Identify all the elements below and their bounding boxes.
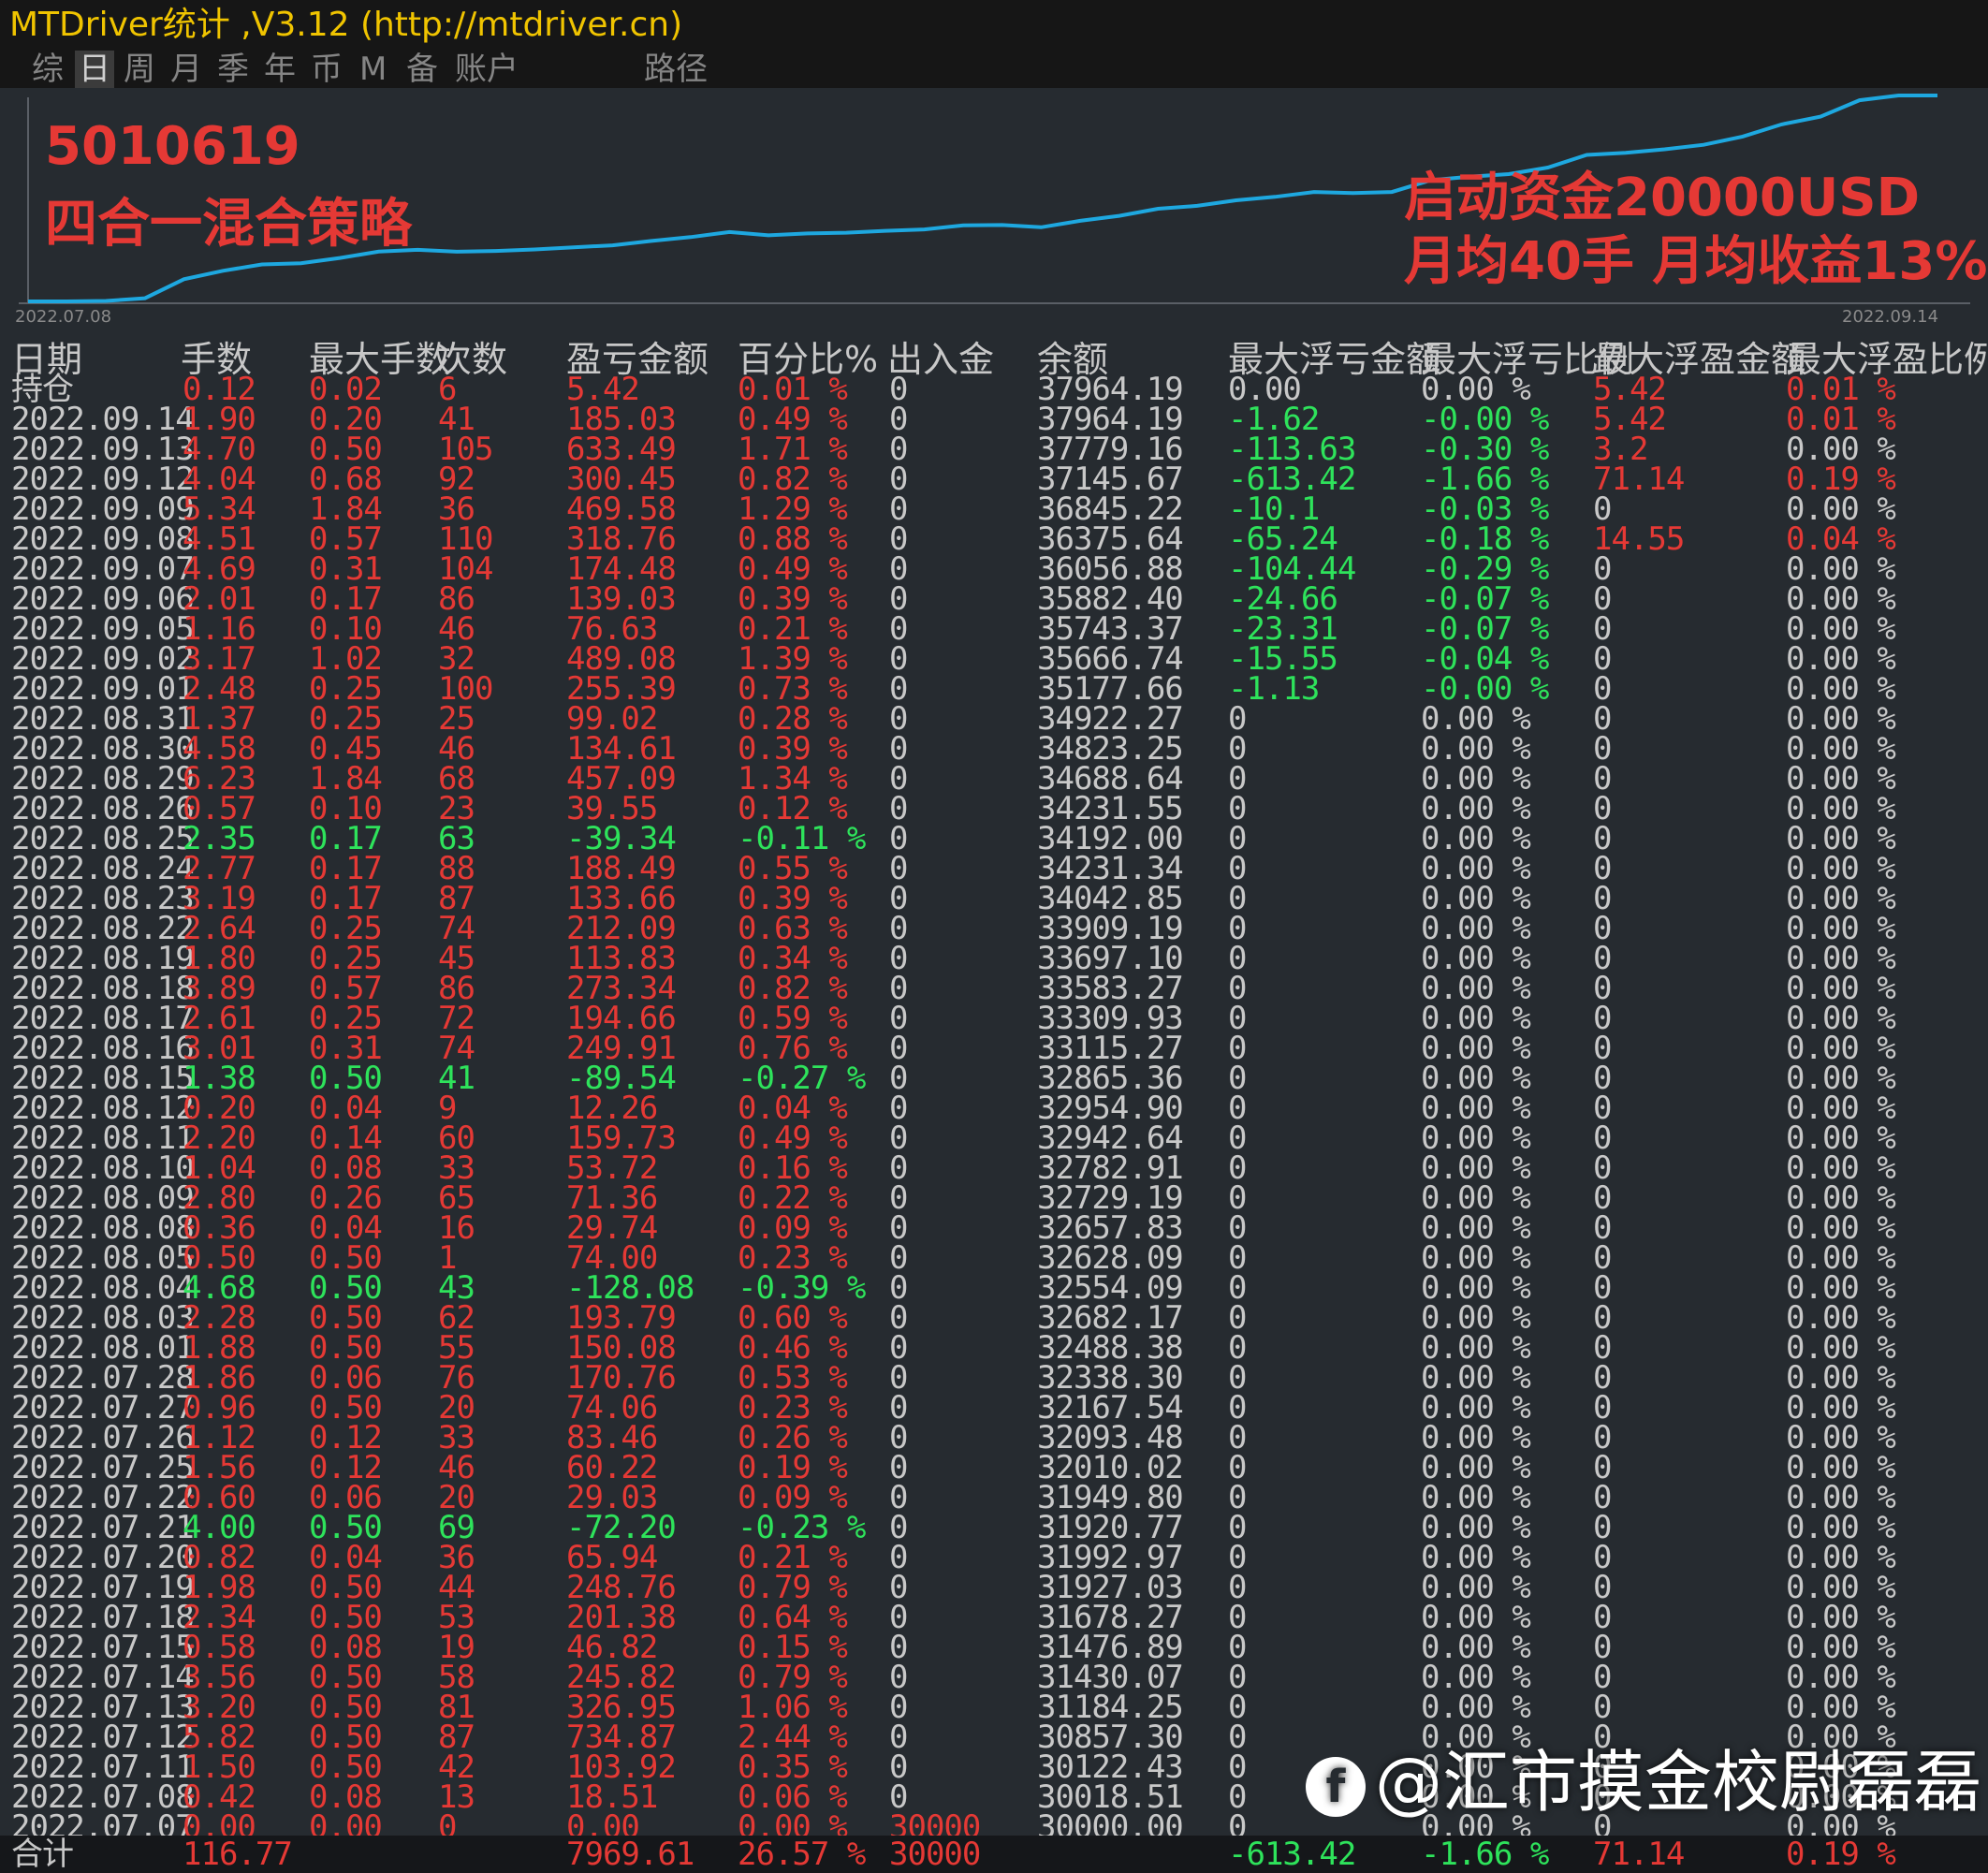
table-row[interactable]: 2022.09.05 1.16 0.10 46 76.63 0.21 % 0 35743.37…	[0, 613, 1988, 645]
equity-chart: 2022.07.08 2022.09.14 5010619 四合一混合策略 启动…	[0, 88, 1988, 339]
table-row[interactable]: 2022.08.18 3.89 0.57 86 273.34 0.82 % 0 33583.2…	[0, 973, 1988, 1004]
table-row[interactable]: 2022.07.28 1.86 0.06 76 170.76 0.53 % 0 32338.3…	[0, 1362, 1988, 1394]
totals-lots: 116.77	[183, 1836, 293, 1873]
table-row[interactable]: 2022.07.15 0.58 0.08 19 46.82 0.15 % 0 31476.89…	[0, 1632, 1988, 1663]
table-row[interactable]: 2022.09.12 4.04 0.68 92 300.45 0.82 % 0 37145.6…	[0, 463, 1988, 495]
table-row[interactable]: 2022.07.21 4.00 0.50 69 -72.20 -0.23 % 0 31920.…	[0, 1512, 1988, 1544]
menu-item-account[interactable]: 账户	[455, 51, 519, 88]
account-number: 5010619	[45, 116, 300, 177]
table-row[interactable]: 2022.07.27 0.96 0.50 20 74.06 0.23 % 0 32167.54…	[0, 1392, 1988, 1424]
watermark: f @汇市摸金校尉磊磊	[1306, 1727, 1981, 1825]
table-row[interactable]: 2022.08.15 1.38 0.50 41 -89.54 -0.27 % 0 32865.…	[0, 1062, 1988, 1094]
table-row[interactable]: 2022.09.02 3.17 1.02 32 489.08 1.39 % 0 35666.7…	[0, 643, 1988, 675]
table-row[interactable]: 2022.08.09 2.80 0.26 65 71.36 0.22 % 0 32729.19…	[0, 1182, 1988, 1214]
chart-end-date: 2022.09.14	[1842, 307, 1939, 327]
totals-deposit: 30000	[889, 1836, 981, 1873]
table-row[interactable]: 2022.09.09 5.34 1.84 36 469.58 1.29 % 0 36845.2…	[0, 493, 1988, 525]
watermark-text: @汇市摸金校尉磊磊	[1375, 1743, 1982, 1822]
totals-label: 合计	[11, 1836, 74, 1873]
table-row[interactable]: 2022.08.10 1.04 0.08 33 53.72 0.16 % 0 32782.91…	[0, 1152, 1988, 1184]
menu-bar: 综 日 周 月 季 年 币 M 备 账户 路径	[0, 51, 1988, 88]
totals-max-float-loss-pct: -1.66 %	[1421, 1836, 1549, 1873]
table-row[interactable]: 2022.07.14 3.56 0.50 58 245.82 0.79 % 0 31430.0…	[0, 1661, 1988, 1693]
menu-item-summary[interactable]: 综	[32, 51, 64, 88]
table-row[interactable]: 2022.08.08 0.36 0.04 16 29.74 0.09 % 0 32657.83…	[0, 1212, 1988, 1244]
table-row[interactable]: 2022.09.08 4.51 0.57 110 318.76 0.88 % 0 36375.…	[0, 523, 1988, 555]
window-title: MTDriver统计 ,V3.12 (http://mtdriver.cn)	[0, 0, 1988, 51]
totals-max-float-profit: 71.14	[1593, 1836, 1685, 1873]
social-logo-icon: f	[1306, 1757, 1366, 1818]
menu-item-currency[interactable]: 币	[311, 51, 343, 88]
table-row[interactable]: 2022.09.06 2.01 0.17 86 139.03 0.39 % 0 35882.4…	[0, 583, 1988, 615]
monthly-stats: 月均40手 月均收益13%	[1404, 231, 1988, 292]
table-row[interactable]: 2022.08.23 3.19 0.17 87 133.66 0.39 % 0 34042.8…	[0, 883, 1988, 915]
table-row[interactable]: 2022.08.01 1.88 0.50 55 150.08 0.46 % 0 32488.3…	[0, 1332, 1988, 1364]
table-row[interactable]: 2022.08.30 4.58 0.45 46 134.61 0.39 % 0 34823.2…	[0, 733, 1988, 765]
table-row[interactable]: 2022.09.14 1.90 0.20 41 185.03 0.49 % 0 37964.1…	[0, 403, 1988, 435]
table-row[interactable]: 2022.07.26 1.12 0.12 33 83.46 0.26 % 0 32093.48…	[0, 1422, 1988, 1454]
table-row[interactable]: 2022.08.22 2.64 0.25 74 212.09 0.63 % 0 33909.1…	[0, 913, 1988, 944]
table-row[interactable]: 2022.08.29 6.23 1.84 68 457.09 1.34 % 0 34688.6…	[0, 763, 1988, 795]
table-row[interactable]: 2022.08.12 0.20 0.04 9 12.26 0.04 % 0 32954.90 0…	[0, 1092, 1988, 1124]
totals-max-float-profit-pct: 0.19 %	[1786, 1836, 1896, 1873]
totals-row: 合计 116.77 7969.61 26.57 % 30000 -613.42 …	[0, 1836, 1988, 1873]
table-row[interactable]: 持仓 0.12 0.02 6 5.42 0.01 % 0 37964.19 0.00 0.00 %…	[0, 373, 1988, 405]
menu-item-daily[interactable]: 日	[75, 51, 114, 88]
table-row[interactable]: 2022.07.18 2.34 0.50 53 201.38 0.64 % 0 31678.2…	[0, 1602, 1988, 1633]
menu-item-path[interactable]: 路径	[644, 51, 708, 88]
table-row[interactable]: 2022.08.26 0.57 0.10 23 39.55 0.12 % 0 34231.55…	[0, 793, 1988, 825]
table-row[interactable]: 2022.08.03 2.28 0.50 62 193.79 0.60 % 0 32682.1…	[0, 1302, 1988, 1334]
menu-item-m[interactable]: M	[359, 51, 387, 88]
table-row[interactable]: 2022.08.11 2.20 0.14 60 159.73 0.49 % 0 32942.6…	[0, 1122, 1988, 1154]
totals-pnl: 7969.61	[566, 1836, 694, 1873]
daily-stats-table: 日期 手数 最大手数 次数 盈亏金额 百分比% 出入金 余额 最大浮亏金额 最大…	[0, 337, 1988, 1873]
table-row[interactable]: 2022.08.17 2.61 0.25 72 194.66 0.59 % 0 33309.9…	[0, 1002, 1988, 1034]
table-row[interactable]: 2022.08.04 4.68 0.50 43 -128.08 -0.39 % 0 32554…	[0, 1272, 1988, 1304]
table-row[interactable]: 2022.09.01 2.48 0.25 100 255.39 0.73 % 0 35177.…	[0, 673, 1988, 705]
table-row[interactable]: 2022.07.25 1.56 0.12 46 60.22 0.19 % 0 32010.02…	[0, 1452, 1988, 1484]
table-row[interactable]: 2022.07.19 1.98 0.50 44 248.76 0.79 % 0 31927.0…	[0, 1572, 1988, 1603]
table-row[interactable]: 2022.08.31 1.37 0.25 25 99.02 0.28 % 0 34922.27…	[0, 703, 1988, 735]
totals-max-float-loss: -613.42	[1228, 1836, 1356, 1873]
menu-item-monthly[interactable]: 月	[170, 51, 202, 88]
table-row[interactable]: 2022.07.20 0.82 0.04 36 65.94 0.21 % 0 31992.97…	[0, 1542, 1988, 1573]
table-row[interactable]: 2022.08.19 1.80 0.25 45 113.83 0.34 % 0 33697.1…	[0, 943, 1988, 974]
table-row[interactable]: 2022.08.24 2.77 0.17 88 188.49 0.55 % 0 34231.3…	[0, 853, 1988, 885]
menu-item-quarterly[interactable]: 季	[217, 51, 249, 88]
menu-item-yearly[interactable]: 年	[264, 51, 296, 88]
table-row[interactable]: 2022.08.05 0.50 0.50 1 74.00 0.23 % 0 32628.09 0…	[0, 1242, 1988, 1274]
strategy-name: 四合一混合策略	[45, 194, 412, 255]
table-row[interactable]: 2022.09.13 4.70 0.50 105 633.49 1.71 % 0 37779.…	[0, 433, 1988, 465]
table-row[interactable]: 2022.08.16 3.01 0.31 74 249.91 0.76 % 0 33115.2…	[0, 1032, 1988, 1064]
chart-start-date: 2022.07.08	[15, 307, 112, 327]
table-row[interactable]: 2022.07.22 0.60 0.06 20 29.03 0.09 % 0 31949.80…	[0, 1482, 1988, 1514]
totals-percent: 26.57 %	[738, 1836, 866, 1873]
table-row[interactable]: 2022.07.13 3.20 0.50 81 326.95 1.06 % 0 31184.2…	[0, 1691, 1988, 1723]
menu-item-backup[interactable]: 备	[406, 51, 438, 88]
table-row[interactable]: 2022.09.07 4.69 0.31 104 174.48 0.49 % 0 36056.…	[0, 553, 1988, 585]
table-row[interactable]: 2022.08.25 2.35 0.17 63 -39.34 -0.11 % 0 34192.…	[0, 823, 1988, 855]
menu-item-weekly[interactable]: 周	[124, 51, 155, 88]
